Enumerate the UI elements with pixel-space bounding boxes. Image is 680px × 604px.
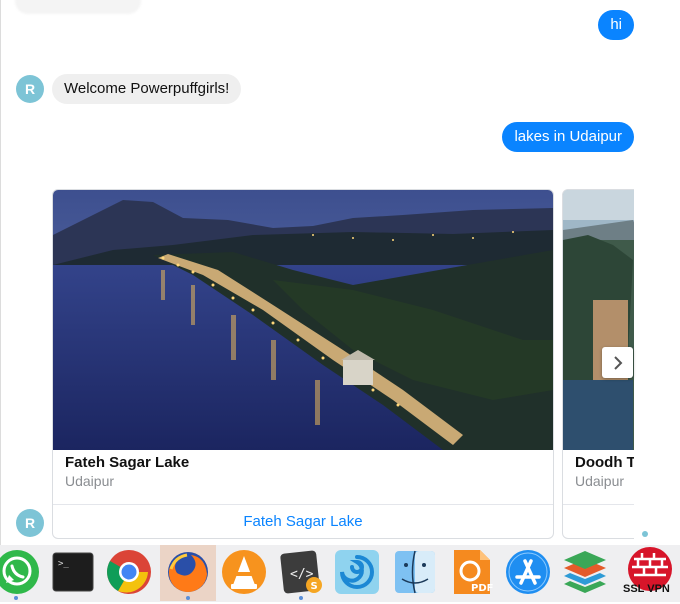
chevron-right-icon — [613, 355, 622, 370]
previous-message-bubble — [15, 0, 141, 14]
terminal-icon[interactable]: >_ — [48, 547, 98, 597]
pdf-reader-icon[interactable]: PDF — [446, 547, 496, 597]
bot-avatar: R — [16, 509, 44, 537]
running-indicator — [642, 531, 648, 537]
chat-window: hi R Welcome Powerpuffgirls! lakes in Ud… — [0, 0, 680, 545]
chrome-icon[interactable] — [104, 547, 154, 597]
ssl-vpn-label: SSL VPN — [623, 583, 670, 595]
pdf-badge-text: PDF — [471, 583, 493, 594]
layers-app-icon[interactable] — [560, 547, 610, 597]
finder-icon[interactable] — [390, 547, 440, 597]
card-action-button[interactable] — [563, 505, 634, 538]
user-message-bubble: hi — [598, 10, 634, 40]
running-indicator — [299, 596, 303, 600]
running-indicator — [14, 596, 18, 600]
running-indicator — [186, 596, 190, 600]
card-title: Doodh T — [575, 454, 634, 471]
app-store-icon[interactable] — [503, 547, 553, 597]
user-message-bubble: lakes in Udaipur — [502, 122, 634, 152]
results-carousel: Fateh Sagar Lake Udaipur Fateh Sagar Lak… — [52, 189, 634, 539]
card-subtitle: Udaipur — [575, 473, 625, 489]
card-title: Fateh Sagar Lake — [65, 454, 190, 471]
vlc-icon[interactable] — [219, 547, 269, 597]
bot-avatar: R — [16, 75, 44, 103]
card-subtitle: Udaipur — [65, 473, 115, 489]
bot-message-bubble: Welcome Powerpuffgirls! — [52, 74, 242, 104]
carousel-card[interactable]: Fateh Sagar Lake Udaipur Fateh Sagar Lak… — [52, 189, 554, 539]
screenshot-tool-icon[interactable] — [332, 547, 382, 597]
svg-text:S: S — [311, 581, 318, 592]
night-lake-photo — [53, 190, 553, 450]
firefox-icon[interactable] — [163, 547, 213, 597]
sublime-text-icon[interactable]: </> S — [276, 547, 326, 597]
dock: >_ </> S PDF SSL VPN — [0, 531, 680, 602]
svg-text:>_: >_ — [58, 559, 69, 569]
lake-photo — [563, 190, 634, 450]
card-action-button[interactable]: Fateh Sagar Lake — [53, 505, 553, 538]
carousel-next-button[interactable] — [602, 347, 633, 378]
whatsapp-icon[interactable] — [0, 547, 42, 597]
